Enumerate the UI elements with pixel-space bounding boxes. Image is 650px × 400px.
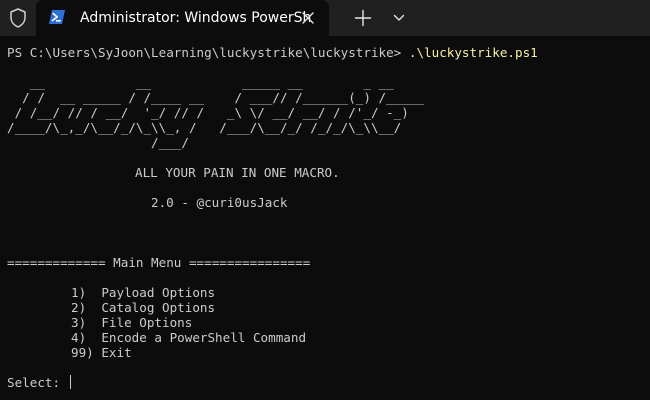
tagline-line: ALL YOUR PAIN IN ONE MACRO.: [7, 165, 647, 180]
tagline: ALL YOUR PAIN IN ONE MACRO.: [135, 165, 340, 180]
text-cursor: [69, 375, 71, 389]
menu-item-catalog-options: 2) Catalog Options: [71, 300, 216, 315]
menu-item-exit: 99) Exit: [71, 345, 132, 360]
menu-item-encode-command: 4) Encode a PowerShell Command: [71, 330, 307, 345]
prompt-line: PS C:\Users\SyJoon\Learning\luckystrike\…: [7, 45, 647, 60]
menu-item-payload-options: 1) Payload Options: [71, 285, 216, 300]
powershell-icon: [49, 10, 65, 24]
tab-bar: Administrator: Windows PowerShell: [0, 0, 650, 36]
menu-item-line: 1) Payload Options: [7, 285, 647, 300]
close-icon[interactable]: [298, 8, 318, 28]
menu-item-line: 4) Encode a PowerShell Command: [7, 330, 647, 345]
terminal-window: Administrator: Windows PowerShell PS C:\…: [0, 0, 650, 400]
menu-item-line: 2) Catalog Options: [7, 300, 647, 315]
banner-line: / /__/ // / __/ '_/ // / _\ \/ __/ __/ /…: [7, 105, 409, 120]
menu-item-line: 3) File Options: [7, 315, 647, 330]
banner-line: / / __ _____ / /____ __ / ___// /______(…: [7, 90, 425, 105]
tab-powershell[interactable]: Administrator: Windows PowerShell: [36, 0, 329, 36]
banner-line: __ __ _____ __ _ __: [7, 75, 394, 90]
version-text: 2.0 - @curi0usJack: [151, 195, 288, 210]
new-tab-plus-icon[interactable]: [350, 6, 376, 30]
select-prompt: Select:: [7, 375, 68, 390]
command-text: .\luckystrike.ps1: [408, 45, 538, 60]
tab-title: Administrator: Windows PowerShell: [80, 10, 312, 26]
menu-header: ============= Main Menu ================: [7, 255, 311, 270]
version-line: 2.0 - @curi0usJack: [7, 195, 647, 210]
banner-line: /____/\_,_/\__/_/\_\\_, / /___/\__/_/ /_…: [7, 120, 402, 135]
shield-icon: [10, 8, 26, 28]
select-line[interactable]: Select:: [7, 375, 647, 390]
menu-item-line: 99) Exit: [7, 345, 647, 360]
chevron-down-icon[interactable]: [386, 6, 412, 30]
terminal-output[interactable]: PS C:\Users\SyJoon\Learning\luckystrike\…: [7, 45, 647, 395]
banner-line: /___/: [7, 135, 189, 150]
prompt-path: PS C:\Users\SyJoon\Learning\luckystrike\…: [7, 45, 409, 60]
menu-item-file-options: 3) File Options: [71, 315, 193, 330]
